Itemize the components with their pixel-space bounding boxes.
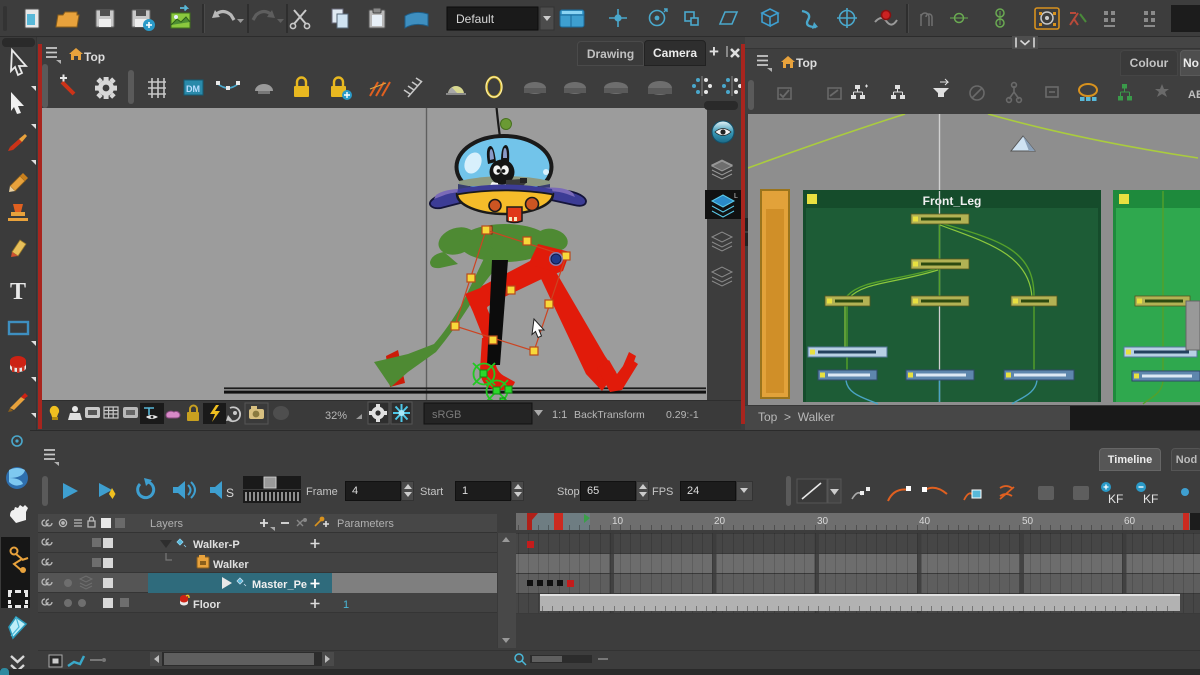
svg-text:Default: Default	[456, 12, 495, 26]
svg-text:T: T	[10, 279, 26, 305]
svg-text:Walker-P: Walker-P	[193, 539, 240, 551]
svg-text:KF: KF	[1143, 492, 1158, 506]
svg-text:L: L	[734, 193, 738, 200]
svg-text:BackTransform: BackTransform	[574, 409, 645, 421]
svg-text:AB: AB	[1188, 89, 1200, 101]
svg-text:DM: DM	[186, 84, 200, 94]
svg-text:10: 10	[612, 516, 624, 527]
svg-text:30: 30	[817, 516, 829, 527]
svg-text:50: 50	[1022, 516, 1034, 527]
svg-text:20: 20	[714, 516, 726, 527]
svg-text:1: 1	[343, 599, 349, 611]
svg-text:Front_Leg: Front_Leg	[923, 194, 982, 208]
svg-text:S: S	[226, 486, 234, 500]
svg-text:60: 60	[1124, 516, 1136, 527]
svg-text:Master_Pe: Master_Pe	[252, 579, 307, 591]
svg-text:Layers: Layers	[150, 518, 184, 530]
svg-text:1:1: 1:1	[552, 409, 567, 421]
svg-text:40: 40	[919, 516, 931, 527]
svg-text:Parameters: Parameters	[337, 518, 394, 530]
svg-text:sRGB: sRGB	[432, 409, 461, 421]
svg-text:Start: Start	[420, 486, 443, 498]
svg-text:0.29:-1: 0.29:-1	[666, 409, 699, 421]
svg-text:KF: KF	[1108, 492, 1123, 506]
svg-text:FPS: FPS	[652, 486, 673, 498]
svg-text:Frame: Frame	[306, 486, 338, 498]
svg-text:Walker: Walker	[213, 559, 249, 571]
svg-text:Floor: Floor	[193, 599, 221, 611]
svg-text:Stop: Stop	[557, 486, 580, 498]
svg-text:32%: 32%	[325, 410, 347, 422]
